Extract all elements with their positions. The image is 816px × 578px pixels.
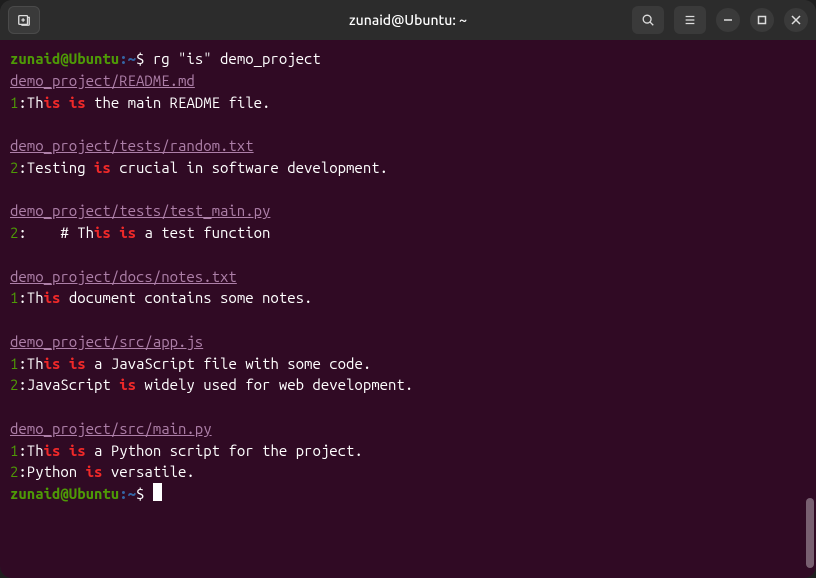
result-text	[60, 442, 68, 459]
minimize-icon	[723, 15, 733, 25]
result-text: a test function	[136, 224, 270, 241]
prompt-symbol: $	[136, 50, 153, 67]
cursor	[153, 483, 162, 501]
titlebar-left	[8, 6, 40, 34]
result-file-path: demo_project/tests/random.txt	[10, 137, 254, 154]
result-text: document contains some notes.	[60, 289, 312, 306]
minimize-button[interactable]	[716, 8, 740, 32]
result-text: :Th	[18, 442, 43, 459]
result-text: the main README file.	[86, 94, 271, 111]
result-text: :Python	[18, 463, 85, 480]
result-text: :Testing	[18, 159, 94, 176]
match-highlight: is	[119, 376, 136, 393]
maximize-button[interactable]	[750, 8, 774, 32]
new-tab-icon	[17, 13, 31, 27]
maximize-icon	[757, 15, 767, 25]
prompt-symbol: $	[136, 485, 153, 502]
result-file-path: demo_project/src/main.py	[10, 420, 212, 437]
scrollbar[interactable]	[806, 498, 814, 568]
prompt-separator: :	[119, 50, 127, 67]
prompt-separator: :	[119, 485, 127, 502]
menu-button[interactable]	[674, 6, 706, 34]
match-highlight: is	[69, 442, 86, 459]
result-file-path: demo_project/docs/notes.txt	[10, 268, 237, 285]
terminal-window: zunaid@Ubuntu: ~	[0, 0, 816, 578]
result-file-path: demo_project/README.md	[10, 72, 195, 89]
match-highlight: is	[69, 355, 86, 372]
hamburger-icon	[683, 13, 697, 27]
match-highlight: is	[44, 94, 61, 111]
match-highlight: is	[44, 442, 61, 459]
result-text	[60, 94, 68, 111]
close-icon	[791, 15, 801, 25]
prompt-path: ~	[128, 485, 136, 502]
prompt-user-host: zunaid@Ubuntu	[10, 485, 119, 502]
result-text: :Th	[18, 289, 43, 306]
result-text: :JavaScript	[18, 376, 119, 393]
result-text	[111, 224, 119, 241]
match-highlight: is	[44, 289, 61, 306]
window-title: zunaid@Ubuntu: ~	[349, 12, 467, 28]
new-tab-button[interactable]	[8, 6, 40, 34]
match-highlight: is	[86, 463, 103, 480]
result-text: crucial in software development.	[111, 159, 388, 176]
result-text: widely used for web development.	[136, 376, 413, 393]
match-highlight: is	[94, 159, 111, 176]
match-highlight: is	[44, 355, 61, 372]
match-highlight: is	[94, 224, 111, 241]
result-text: : # Th	[18, 224, 94, 241]
search-icon	[641, 13, 655, 27]
prompt-path: ~	[128, 50, 136, 67]
search-button[interactable]	[632, 6, 664, 34]
result-text: :Th	[18, 94, 43, 111]
command-text: rg "is" demo_project	[153, 50, 321, 67]
result-text: versatile.	[102, 463, 194, 480]
result-file-path: demo_project/tests/test_main.py	[10, 202, 270, 219]
terminal-area[interactable]: zunaid@Ubuntu:~$ rg "is" demo_project de…	[0, 40, 816, 578]
close-button[interactable]	[784, 8, 808, 32]
result-text: a Python script for the project.	[86, 442, 363, 459]
result-text: a JavaScript file with some code.	[86, 355, 372, 372]
terminal-output: zunaid@Ubuntu:~$ rg "is" demo_project de…	[10, 48, 806, 505]
match-highlight: is	[119, 224, 136, 241]
match-highlight: is	[69, 94, 86, 111]
result-file-path: demo_project/src/app.js	[10, 333, 203, 350]
titlebar-right	[632, 6, 808, 34]
prompt-user-host: zunaid@Ubuntu	[10, 50, 119, 67]
result-text: :Th	[18, 355, 43, 372]
titlebar: zunaid@Ubuntu: ~	[0, 0, 816, 40]
result-text	[60, 355, 68, 372]
